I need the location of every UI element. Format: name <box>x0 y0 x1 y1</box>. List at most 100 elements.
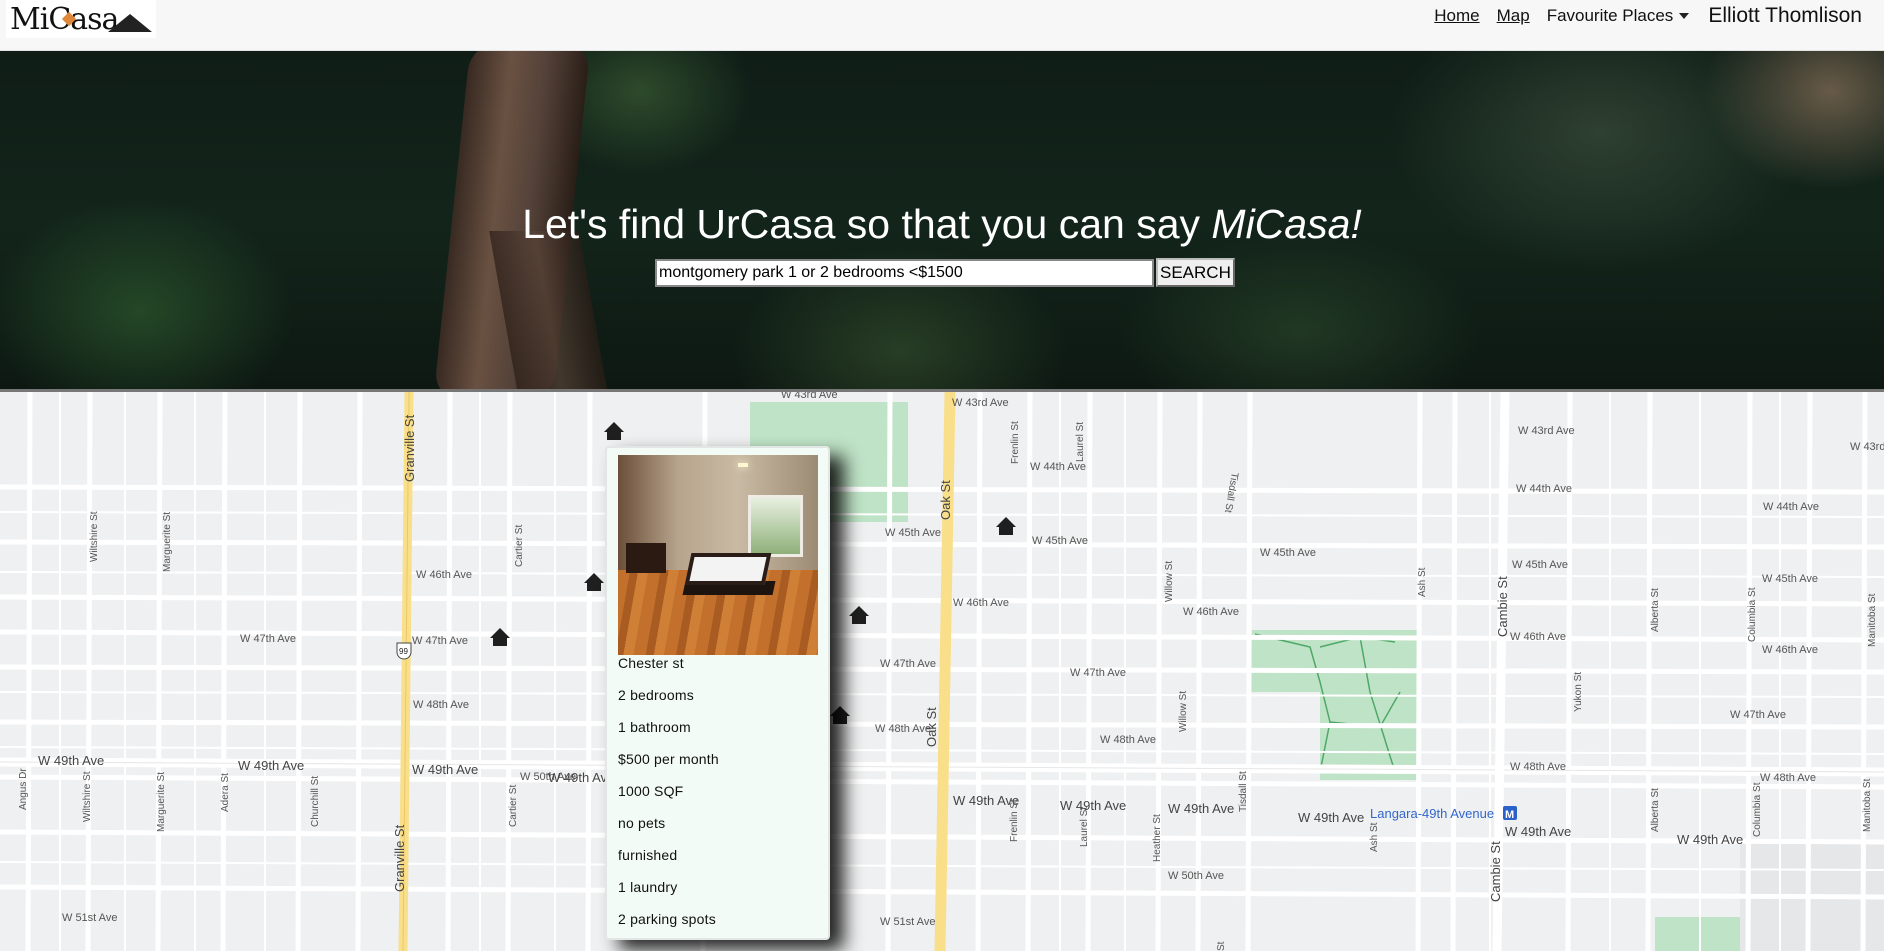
park <box>1655 917 1740 951</box>
nav-map-link[interactable]: Map <box>1497 6 1530 26</box>
svg-text:W 49th Ave: W 49th Ave <box>1298 810 1364 825</box>
svg-text:Columbia St: Columbia St <box>1747 587 1758 642</box>
listing-street: Chester st <box>618 655 684 671</box>
svg-text:W 44th Ave: W 44th Ave <box>1516 483 1572 495</box>
photo-window <box>748 495 803 557</box>
svg-text:W 48th Ave: W 48th Ave <box>875 723 931 735</box>
user-name[interactable]: Elliott Thomlison <box>1708 4 1862 28</box>
search-button[interactable]: SEARCH <box>1156 258 1235 287</box>
svg-text:W 49th Ave: W 49th Ave <box>412 762 478 777</box>
svg-text:W 46th Ave: W 46th Ave <box>1762 644 1818 656</box>
svg-text:Churchill St: Churchill St <box>310 776 321 827</box>
svg-text:Adera St: Adera St <box>220 773 231 812</box>
svg-text:W 49th Ave: W 49th Ave <box>1060 798 1126 813</box>
svg-text:Frenlin St: Frenlin St <box>1010 421 1021 464</box>
listing-details: Chester st 2 bedrooms 1 bathroom $500 pe… <box>618 655 823 943</box>
svg-text:W 48th Ave: W 48th Ave <box>1510 761 1566 773</box>
svg-text:W 48th Ave: W 48th Ave <box>1760 772 1816 784</box>
svg-text:W 49th Ave: W 49th Ave <box>1168 801 1234 816</box>
svg-text:W 46th Ave: W 46th Ave <box>953 597 1009 609</box>
svg-text:W 48th Ave: W 48th Ave <box>1100 734 1156 746</box>
svg-text:W 49th Ave: W 49th Ave <box>238 758 304 773</box>
svg-text:W 44th Ave: W 44th Ave <box>1763 501 1819 513</box>
svg-text:Heather St: Heather St <box>1152 814 1163 862</box>
svg-text:Willow St: Willow St <box>1178 691 1189 732</box>
svg-text:Granville St: Granville St <box>402 414 417 482</box>
svg-text:W 51st Ave: W 51st Ave <box>880 916 935 928</box>
svg-text:W 45th Ave: W 45th Ave <box>1762 573 1818 585</box>
svg-text:W 45th Ave: W 45th Ave <box>1032 535 1088 547</box>
svg-text:W 49th Ave: W 49th Ave <box>1677 832 1743 847</box>
svg-text:Tisdall St: Tisdall St <box>1238 771 1249 812</box>
svg-text:Cartier St: Cartier St <box>508 785 519 827</box>
listing-bedrooms: 2 bedrooms <box>618 687 694 703</box>
svg-text:W 46th Ave: W 46th Ave <box>416 569 472 581</box>
search-input[interactable] <box>655 258 1154 287</box>
house-icon <box>830 706 850 724</box>
photo-light <box>738 463 748 467</box>
svg-text:Willow St: Willow St <box>1164 561 1175 602</box>
hero-title: Let's find UrCasa so that you can say Mi… <box>0 201 1884 248</box>
hero-banner: Let's find UrCasa so that you can say Mi… <box>0 51 1884 389</box>
svg-text:W 46th Ave: W 46th Ave <box>1510 631 1566 643</box>
svg-text:Cambie St: Cambie St <box>1488 841 1503 902</box>
svg-text:Ash St: Ash St <box>1417 567 1428 597</box>
svg-text:W 43rd: W 43rd <box>1850 441 1884 453</box>
listing-bathrooms: 1 bathroom <box>618 719 691 735</box>
svg-text:W 47th Ave: W 47th Ave <box>412 635 468 647</box>
search-form: SEARCH <box>655 258 1235 287</box>
svg-text:Marguerite St: Marguerite St <box>156 772 167 832</box>
listing-pets: no pets <box>618 815 666 831</box>
station-label: Langara-49th Avenue <box>1370 806 1494 821</box>
navbar: MiCasa Home Map Favourite Places Elliott… <box>0 0 1884 51</box>
nav-links: Home Map Favourite Places Elliott Thomli… <box>1434 0 1862 32</box>
listing-furnished: furnished <box>618 847 678 863</box>
nav-home-link[interactable]: Home <box>1434 6 1479 26</box>
hero-title-brand: MiCasa! <box>1211 201 1362 247</box>
listing-photo[interactable] <box>618 455 818 655</box>
listing-popup[interactable]: Chester st 2 bedrooms 1 bathroom $500 pe… <box>605 446 830 940</box>
svg-text:Angus Dr: Angus Dr <box>18 768 29 810</box>
svg-text:Marguerite St: Marguerite St <box>162 512 173 572</box>
svg-text:Cartier St: Cartier St <box>514 525 525 567</box>
svg-text:Cambie St: Cambie St <box>1495 576 1510 637</box>
svg-text:Granville St: Granville St <box>392 824 407 892</box>
house-icon <box>996 517 1016 535</box>
oak-st-road <box>934 392 956 951</box>
svg-text:Manitoba St: Manitoba St <box>1867 593 1878 647</box>
logo[interactable]: MiCasa <box>6 0 156 38</box>
photo-dresser <box>626 543 666 573</box>
svg-text:Alberta St: Alberta St <box>1650 788 1661 832</box>
svg-text:W 47th Ave: W 47th Ave <box>1070 667 1126 679</box>
svg-text:Oak St: Oak St <box>938 480 953 520</box>
svg-text:99: 99 <box>399 647 408 656</box>
svg-text:Oak St: Oak St <box>924 707 939 747</box>
svg-text:Manitoba St: Manitoba St <box>1862 778 1873 832</box>
route-shield: 99 <box>396 642 412 660</box>
map[interactable]: W 43rd Ave W 43rd Ave W 43rd Ave W 43rd … <box>0 392 1884 951</box>
svg-text:Columbia St: Columbia St <box>1752 782 1763 837</box>
svg-text:M: M <box>1505 809 1514 821</box>
logo-roof-icon <box>108 14 152 32</box>
svg-text:W 47th Ave: W 47th Ave <box>1730 709 1786 721</box>
map-canvas[interactable]: W 43rd Ave W 43rd Ave W 43rd Ave W 43rd … <box>0 392 1884 951</box>
svg-text:Alberta St: Alberta St <box>1650 588 1661 632</box>
favourites-dropdown[interactable]: Favourite Places <box>1547 6 1690 26</box>
svg-text:W 45th Ave: W 45th Ave <box>1512 559 1568 571</box>
svg-text:W 51st Ave: W 51st Ave <box>62 912 117 924</box>
svg-text:W 45th Ave: W 45th Ave <box>1260 547 1316 559</box>
svg-text:Wiltshire St: Wiltshire St <box>82 771 93 822</box>
listing-laundry: 1 laundry <box>618 879 678 895</box>
svg-text:St: St <box>1216 941 1227 951</box>
svg-text:W 46th Ave: W 46th Ave <box>1183 606 1239 618</box>
favourites-label: Favourite Places <box>1546 6 1674 25</box>
svg-text:W 43rd Ave: W 43rd Ave <box>1518 425 1575 437</box>
svg-text:W 47th Ave: W 47th Ave <box>880 658 936 670</box>
photo-bed <box>684 553 772 585</box>
svg-text:W 43rd Ave: W 43rd Ave <box>952 397 1009 409</box>
listing-size: 1000 SQF <box>618 783 684 799</box>
caret-down-icon <box>1679 13 1690 19</box>
svg-text:W 49th Ave: W 49th Ave <box>38 753 104 768</box>
svg-text:W 47th Ave: W 47th Ave <box>240 633 296 645</box>
svg-text:Laurel St: Laurel St <box>1079 807 1090 847</box>
